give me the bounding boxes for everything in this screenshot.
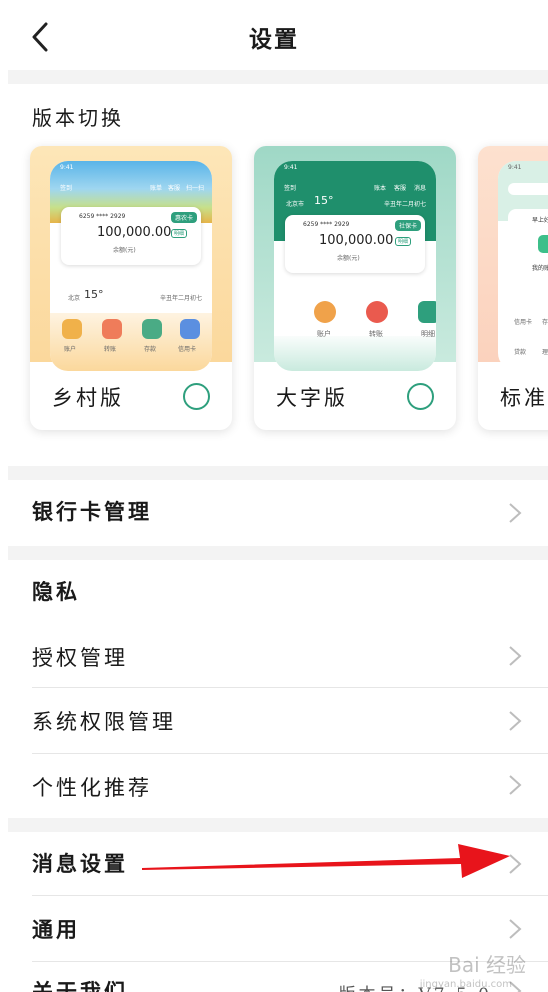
standard-preview: 9:41 早上好 我的账户 信用卡 存 贷款 理财 (478, 146, 548, 371)
section-gap (8, 70, 548, 84)
large-font-card-widget: 6259 **** 2929 社保卡 100,000.00 明细 余额(元) (285, 215, 425, 273)
standard-search-icon (508, 183, 548, 195)
chevron-right-icon (509, 711, 522, 731)
system-permission-label: 系统权限管理 (32, 710, 176, 734)
auth-management-label: 授权管理 (32, 646, 128, 670)
version-label-rural: 乡村版 (52, 386, 124, 410)
general-label: 通用 (32, 917, 80, 942)
large-font-preview: 9:41 签到 账本 客服 消息 北京市 15° 辛丑年二月初七 6259 **… (254, 146, 456, 371)
rural-card-widget: 6259 **** 2929 惠农卡 100,000.00 明细 余额(元) (61, 207, 201, 265)
personalized-recommend-label: 个性化推荐 (32, 776, 152, 800)
radio-large-font[interactable] (407, 383, 434, 410)
standard-phone-mock: 9:41 早上好 我的账户 信用卡 存 贷款 理财 (498, 161, 548, 371)
chevron-right-icon (509, 503, 522, 523)
version-switch-label: 版本切换 (32, 106, 124, 130)
page-title: 设置 (249, 26, 299, 53)
version-label-standard: 标准版 (500, 386, 548, 410)
privacy-heading: 隐私 (32, 579, 80, 604)
privacy-heading-row: 隐私 (8, 560, 548, 622)
row-system-permission[interactable]: 系统权限管理 (8, 688, 548, 754)
row-auth-management[interactable]: 授权管理 (8, 622, 548, 688)
section-gap (8, 818, 548, 832)
radio-rural[interactable] (183, 383, 210, 410)
message-settings-label: 消息设置 (32, 851, 128, 876)
chevron-right-icon (509, 919, 522, 939)
about-us-label: 关于我们 (32, 979, 128, 992)
section-gap (8, 466, 548, 480)
version-card-rural[interactable]: 9:41 签到 账单 客服 扫一扫 6259 **** 2929 惠农卡 100… (30, 146, 232, 430)
chevron-right-icon (509, 775, 522, 795)
chevron-right-icon (509, 646, 522, 666)
top-bar: 设置 (0, 0, 548, 72)
bank-card-label: 银行卡管理 (32, 499, 152, 524)
rural-preview: 9:41 签到 账单 客服 扫一扫 6259 **** 2929 惠农卡 100… (30, 146, 232, 371)
version-card-large-font[interactable]: 9:41 签到 账本 客服 消息 北京市 15° 辛丑年二月初七 6259 **… (254, 146, 456, 430)
large-font-phone-mock: 9:41 签到 账本 客服 消息 北京市 15° 辛丑年二月初七 6259 **… (274, 161, 436, 371)
row-personalized-recommend[interactable]: 个性化推荐 (8, 754, 548, 818)
watermark-logo: Bai 经验 (448, 953, 526, 977)
row-bank-card[interactable]: 银行卡管理 (8, 480, 548, 546)
version-switch-section: 版本切换 9:41 签到 账单 客服 扫一扫 6259 **** 2929 惠农… (8, 84, 548, 466)
rural-phone-mock: 9:41 签到 账单 客服 扫一扫 6259 **** 2929 惠农卡 100… (50, 161, 212, 371)
red-annotation-arrow-icon (142, 844, 510, 878)
watermark-site: jingyan.baidu.com (419, 979, 512, 990)
version-card-standard[interactable]: 9:41 早上好 我的账户 信用卡 存 贷款 理财 标准版 (478, 146, 548, 430)
version-label-large-font: 大字版 (276, 386, 348, 410)
section-gap (8, 546, 548, 560)
